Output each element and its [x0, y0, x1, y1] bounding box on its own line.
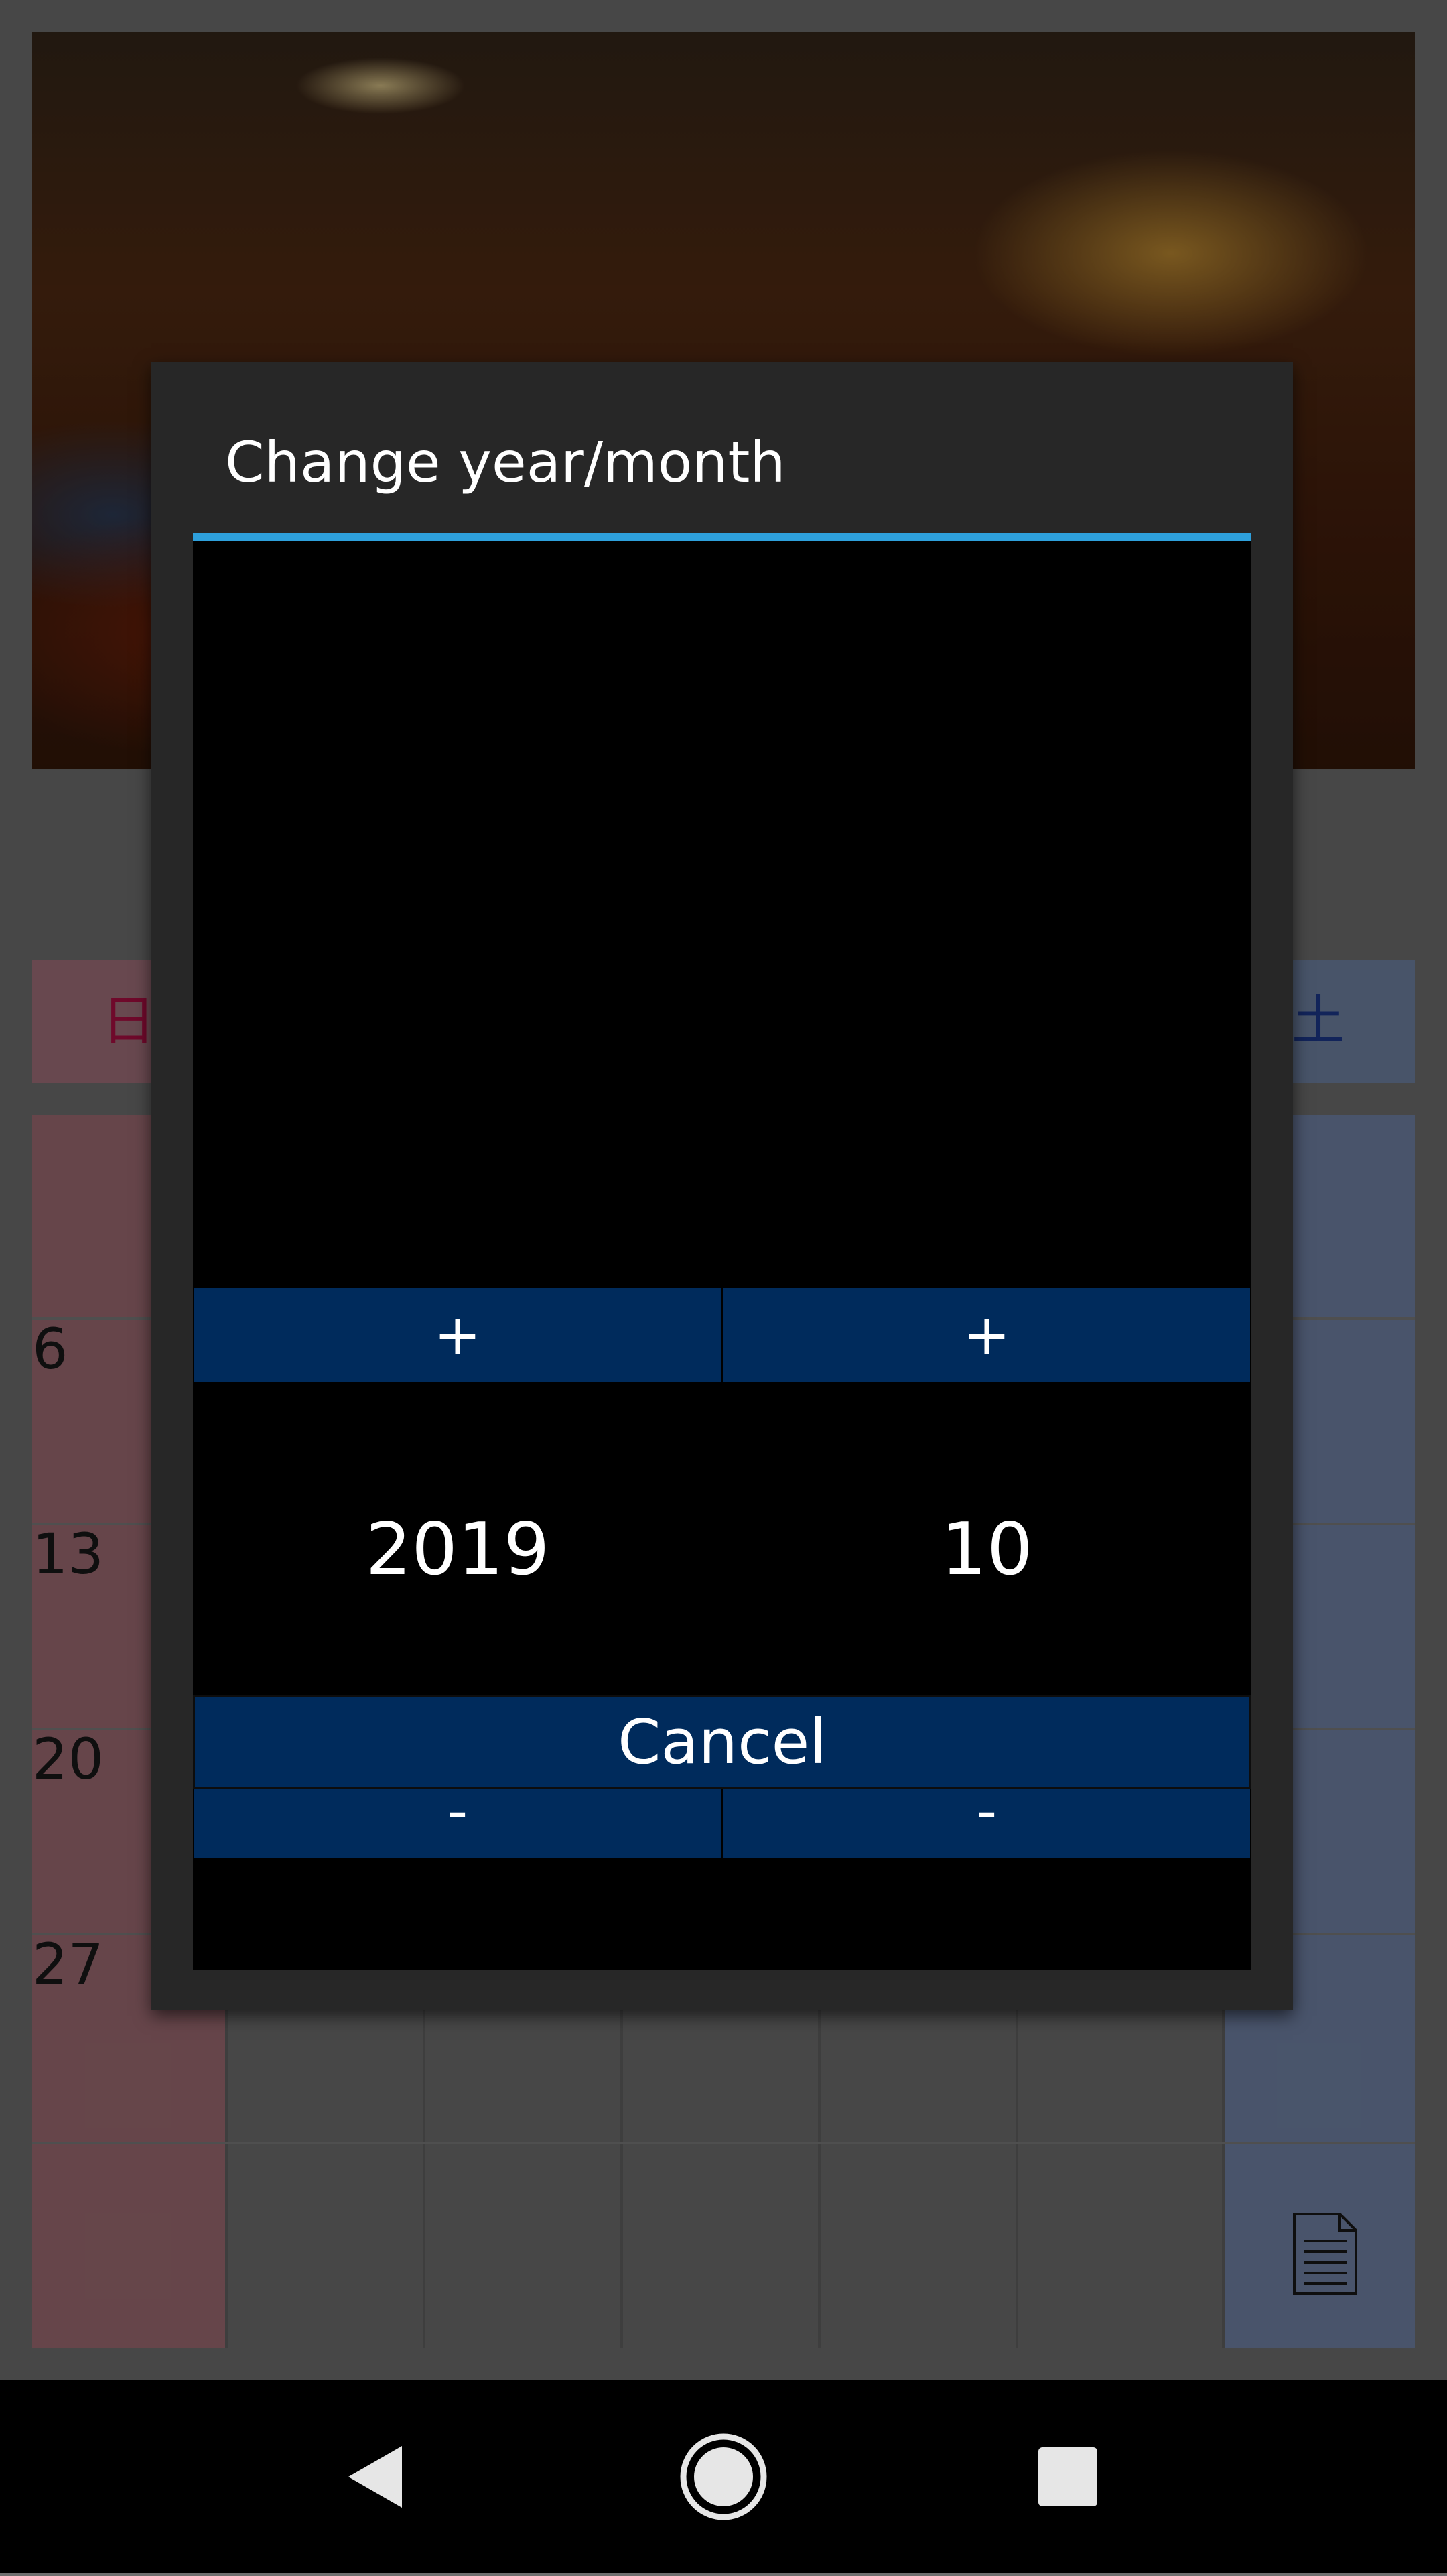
nav-back-button[interactable]	[295, 2380, 456, 2573]
year-increment-button[interactable]: +	[194, 1288, 721, 1382]
dialog-title: Change year/month	[225, 430, 786, 495]
year-value: 2019	[365, 1508, 550, 1592]
back-icon	[348, 2446, 402, 2508]
month-value: 10	[941, 1508, 1033, 1592]
nav-home-button[interactable]	[643, 2380, 804, 2573]
cancel-button[interactable]: Cancel	[193, 1695, 1251, 1789]
recent-apps-icon	[1038, 2447, 1097, 2506]
nav-recent-apps-button[interactable]	[987, 2380, 1148, 2573]
home-icon	[680, 2433, 767, 2520]
month-increment-button[interactable]: +	[724, 1288, 1250, 1382]
title-divider	[193, 533, 1251, 541]
navigation-bar	[0, 2380, 1447, 2573]
